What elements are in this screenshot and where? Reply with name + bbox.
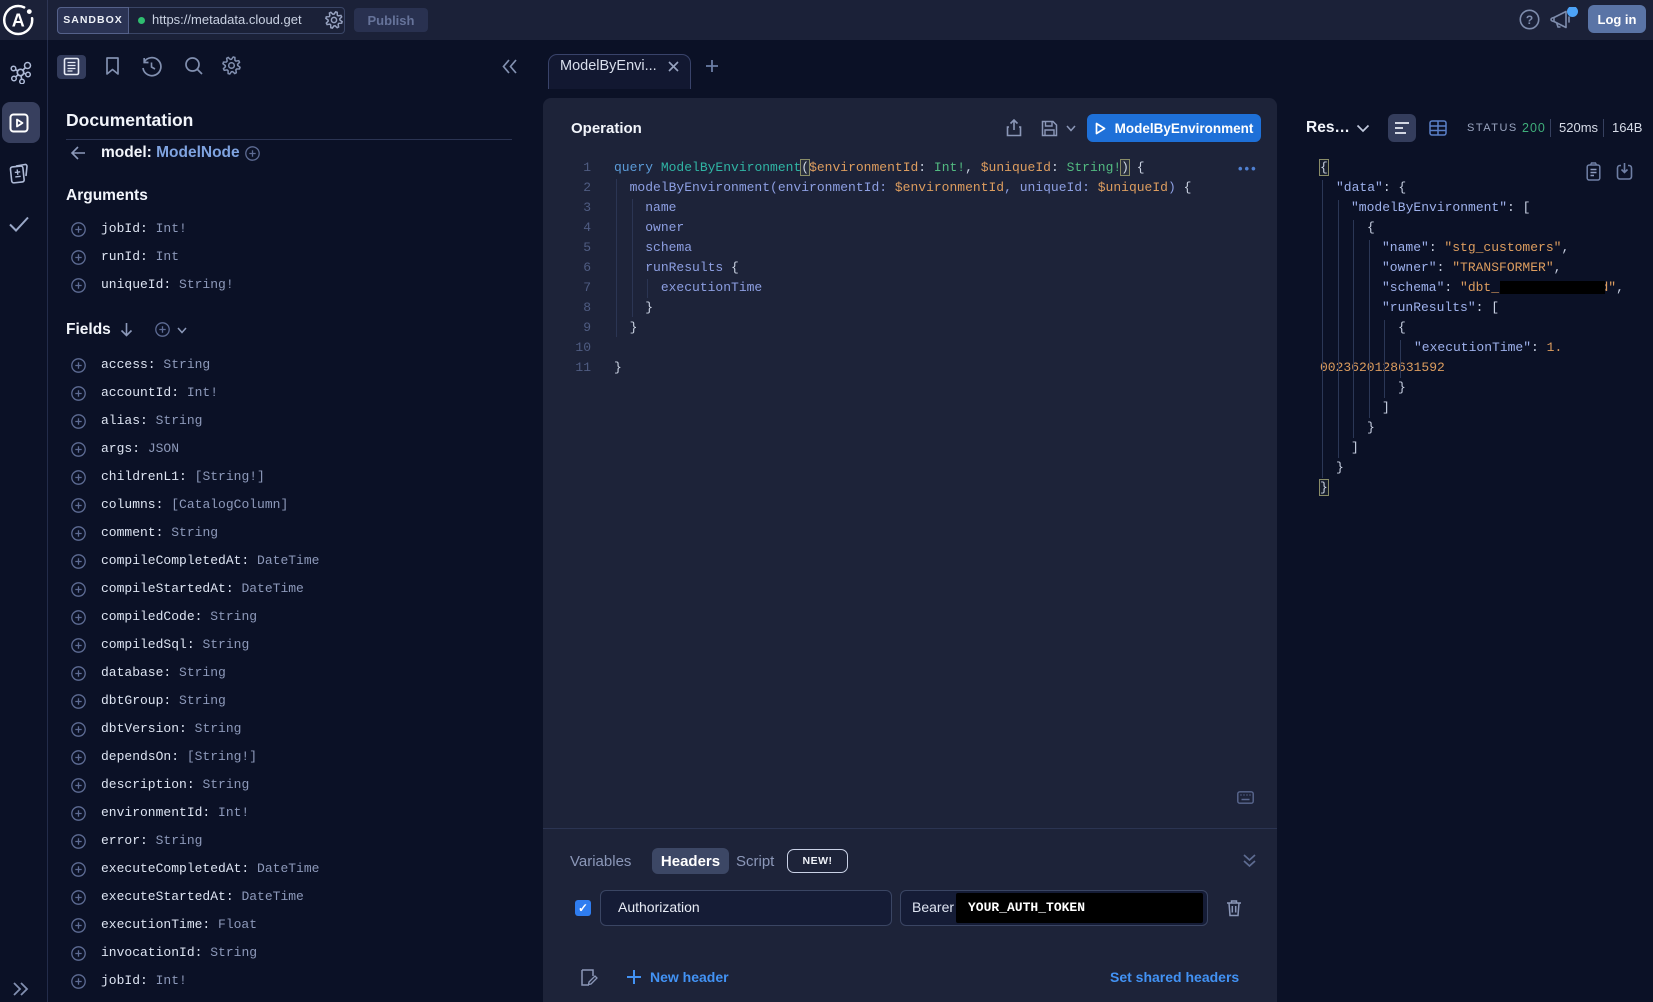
svg-text:A: A xyxy=(12,11,25,31)
svg-text:?: ? xyxy=(1526,13,1533,27)
